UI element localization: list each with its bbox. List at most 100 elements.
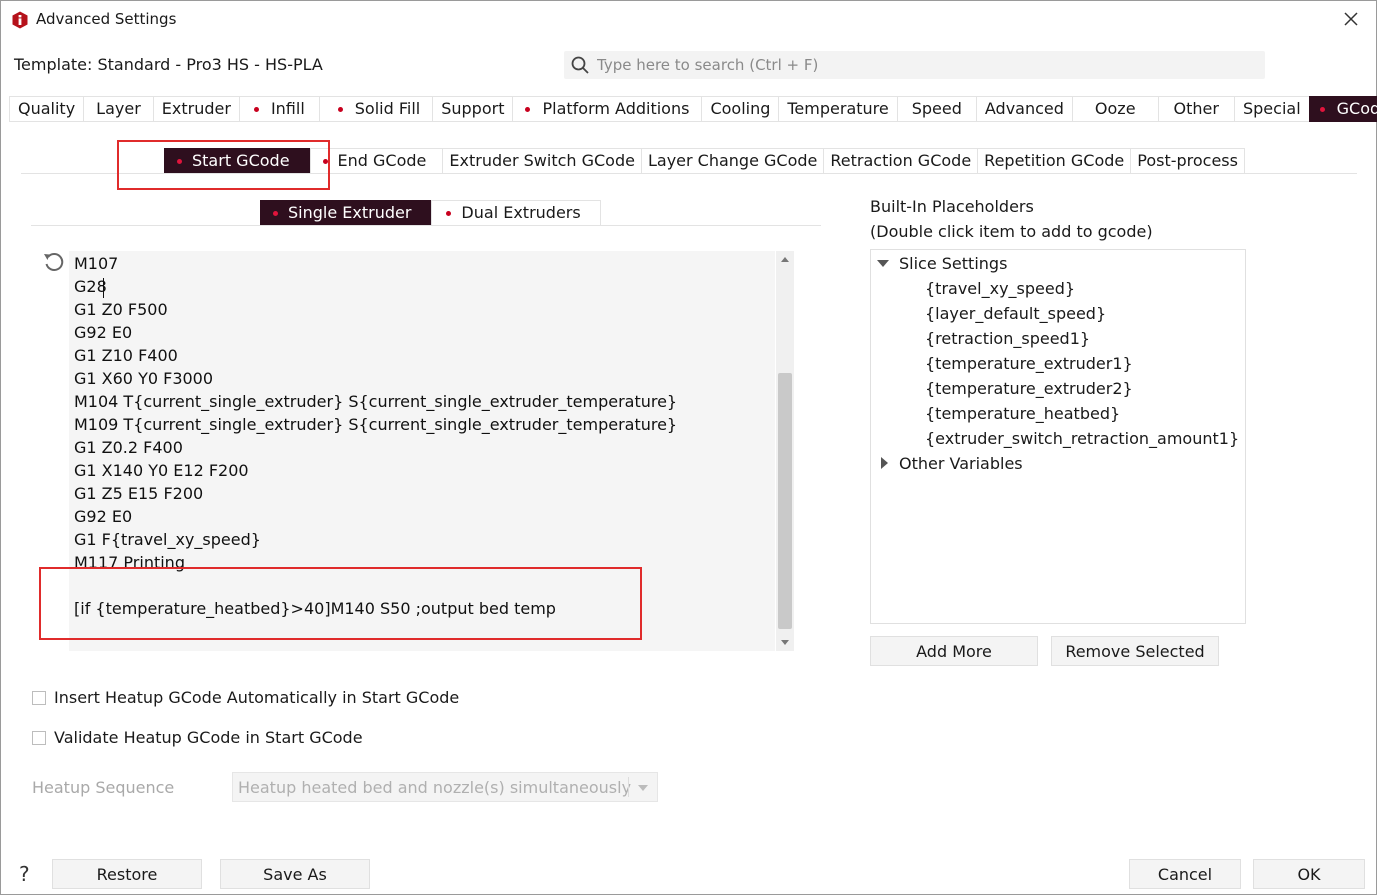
tree-item[interactable]: {temperature_heatbed} (925, 404, 1120, 423)
tab-platform-additions[interactable]: Platform Additions (512, 96, 703, 122)
tree-item[interactable]: {layer_default_speed} (925, 304, 1106, 323)
divider (21, 173, 1357, 174)
gcode-editor[interactable]: M107 G28 G1 Z0 F500 G92 E0 G1 Z10 F400 G… (69, 251, 775, 651)
code-line: M109 T{current_single_extruder} S{curren… (74, 415, 678, 434)
tab-label: Solid Fill (354, 99, 421, 118)
tab-start-gcode[interactable]: Start GCode (164, 148, 311, 174)
gcode-tab-bar: Start GCode End GCode Extruder Switch GC… (164, 148, 1245, 174)
placeholders-title-line: Built-In Placeholders (870, 197, 1034, 216)
heatup-sequence-select[interactable]: Heatup heated bed and nozzle(s) simultan… (232, 772, 658, 802)
code-line: M107 (74, 254, 119, 273)
tab-advanced[interactable]: Advanced (975, 96, 1073, 122)
triangle-right-icon[interactable] (879, 457, 891, 469)
tree-group-slice-settings[interactable]: Slice Settings (899, 254, 1007, 273)
tab-speed[interactable]: Speed (896, 96, 977, 122)
divider (31, 225, 821, 226)
tab-temperature[interactable]: Temperature (778, 96, 898, 122)
triangle-down-icon[interactable] (877, 258, 889, 270)
modified-dot (273, 210, 278, 216)
tab-label: Other (1173, 99, 1219, 118)
search-input[interactable] (597, 54, 1247, 76)
tab-extruder[interactable]: Extruder (152, 96, 240, 122)
remove-selected-button[interactable]: Remove Selected (1051, 636, 1219, 666)
tree-item[interactable]: {extruder_switch_retraction_amount1} (925, 429, 1239, 448)
placeholders-tree[interactable]: Slice Settings {travel_xy_speed} {layer_… (870, 249, 1246, 624)
code-line: M104 T{current_single_extruder} S{curren… (74, 392, 678, 411)
advanced-settings-window: Advanced Settings Template: Standard - P… (0, 0, 1377, 895)
tab-layer[interactable]: Layer (83, 96, 154, 122)
tab-label: Layer (96, 99, 141, 118)
tab-support[interactable]: Support (432, 96, 514, 122)
tab-post-process[interactable]: Post-process (1130, 148, 1245, 174)
tab-gcode[interactable]: GCode (1308, 96, 1377, 122)
tab-single-extruder[interactable]: Single Extruder (260, 200, 433, 226)
scroll-up-button[interactable] (776, 251, 794, 269)
tab-label: Start GCode (192, 151, 290, 170)
editor-scrollbar[interactable] (776, 251, 794, 651)
tab-infill[interactable]: Infill (238, 96, 320, 122)
heatup-sequence-label: Heatup Sequence (32, 778, 175, 797)
arrow-down-icon (781, 640, 789, 645)
tab-layer-change-gcode[interactable]: Layer Change GCode (640, 148, 825, 174)
tab-label: Infill (270, 99, 305, 118)
main-tab-bar: Quality Layer Extruder Infill Solid Fill… (9, 96, 1377, 122)
code-line: G1 Z5 E15 F200 (74, 484, 204, 503)
tab-ooze[interactable]: Ooze (1071, 96, 1159, 122)
code-line: M117 Printing (74, 553, 185, 572)
tab-other[interactable]: Other (1157, 96, 1235, 122)
save-as-button[interactable]: Save As (220, 859, 370, 889)
code-line: G1 X60 Y0 F3000 (74, 369, 214, 388)
validate-heatup-option[interactable]: Validate Heatup GCode in Start GCode (32, 728, 363, 747)
insert-heatup-option[interactable]: Insert Heatup GCode Automatically in Sta… (32, 688, 459, 707)
restore-button[interactable]: Restore (52, 859, 202, 889)
tab-dual-extruders[interactable]: Dual Extruders (431, 200, 601, 226)
code-line: G92 E0 (74, 323, 133, 342)
modified-dot (1319, 106, 1325, 112)
code-line: G1 X140 Y0 E12 F200 (74, 461, 249, 480)
tab-label: Quality (18, 99, 76, 118)
tree-item[interactable]: {retraction_speed1} (925, 329, 1090, 348)
tab-label: Support (441, 99, 505, 118)
add-more-button[interactable]: Add More (870, 636, 1038, 666)
scroll-thumb[interactable] (778, 373, 792, 629)
code-line: G1 F{travel_xy_speed} (74, 530, 261, 549)
tab-label: Repetition GCode (984, 151, 1125, 170)
tree-item[interactable]: {temperature_extruder2} (925, 379, 1133, 398)
tab-extruder-switch-gcode[interactable]: Extruder Switch GCode (442, 148, 642, 174)
tab-label: Post-process (1137, 151, 1238, 170)
validate-heatup-checkbox[interactable] (32, 730, 46, 745)
modified-dot (337, 106, 343, 112)
tab-label: End GCode (337, 151, 427, 170)
tab-solid-fill[interactable]: Solid Fill (318, 96, 434, 122)
tab-label: Temperature (787, 99, 889, 118)
tab-label: Layer Change GCode (647, 151, 818, 170)
close-button[interactable] (1340, 7, 1362, 31)
tree-group-other-variables[interactable]: Other Variables (899, 454, 1023, 473)
tab-end-gcode[interactable]: End GCode (309, 148, 444, 174)
tab-special[interactable]: Special (1233, 96, 1310, 122)
reset-icon[interactable] (42, 251, 66, 273)
tab-retraction-gcode[interactable]: Retraction GCode (823, 148, 979, 174)
scroll-down-button[interactable] (776, 633, 794, 651)
ok-button[interactable]: OK (1253, 859, 1365, 889)
validate-heatup-label: Validate Heatup GCode in Start GCode (54, 728, 363, 747)
insert-heatup-checkbox[interactable] (32, 690, 46, 705)
template-label: Template: Standard - Pro3 HS - HS-PLA (14, 55, 323, 74)
tab-cooling[interactable]: Cooling (701, 96, 780, 122)
tree-item[interactable]: {temperature_extruder1} (925, 354, 1133, 373)
modified-dot (446, 210, 452, 216)
app-logo-icon (12, 11, 28, 29)
window-title: Advanced Settings (36, 10, 177, 28)
tree-item[interactable]: {travel_xy_speed} (925, 279, 1075, 298)
tab-label: Extruder Switch GCode (449, 151, 635, 170)
modified-dot (177, 158, 182, 164)
cancel-button[interactable]: Cancel (1129, 859, 1241, 889)
tab-label: Platform Additions (542, 99, 690, 118)
placeholders-subtitle-line: (Double click item to add to gcode) (870, 222, 1153, 241)
tab-quality[interactable]: Quality (9, 96, 85, 122)
arrow-up-icon (781, 257, 789, 262)
tab-repetition-gcode[interactable]: Repetition GCode (977, 148, 1132, 174)
help-icon[interactable]: ? (19, 862, 30, 886)
search-box[interactable] (564, 51, 1265, 79)
tab-label: Cooling (710, 99, 771, 118)
